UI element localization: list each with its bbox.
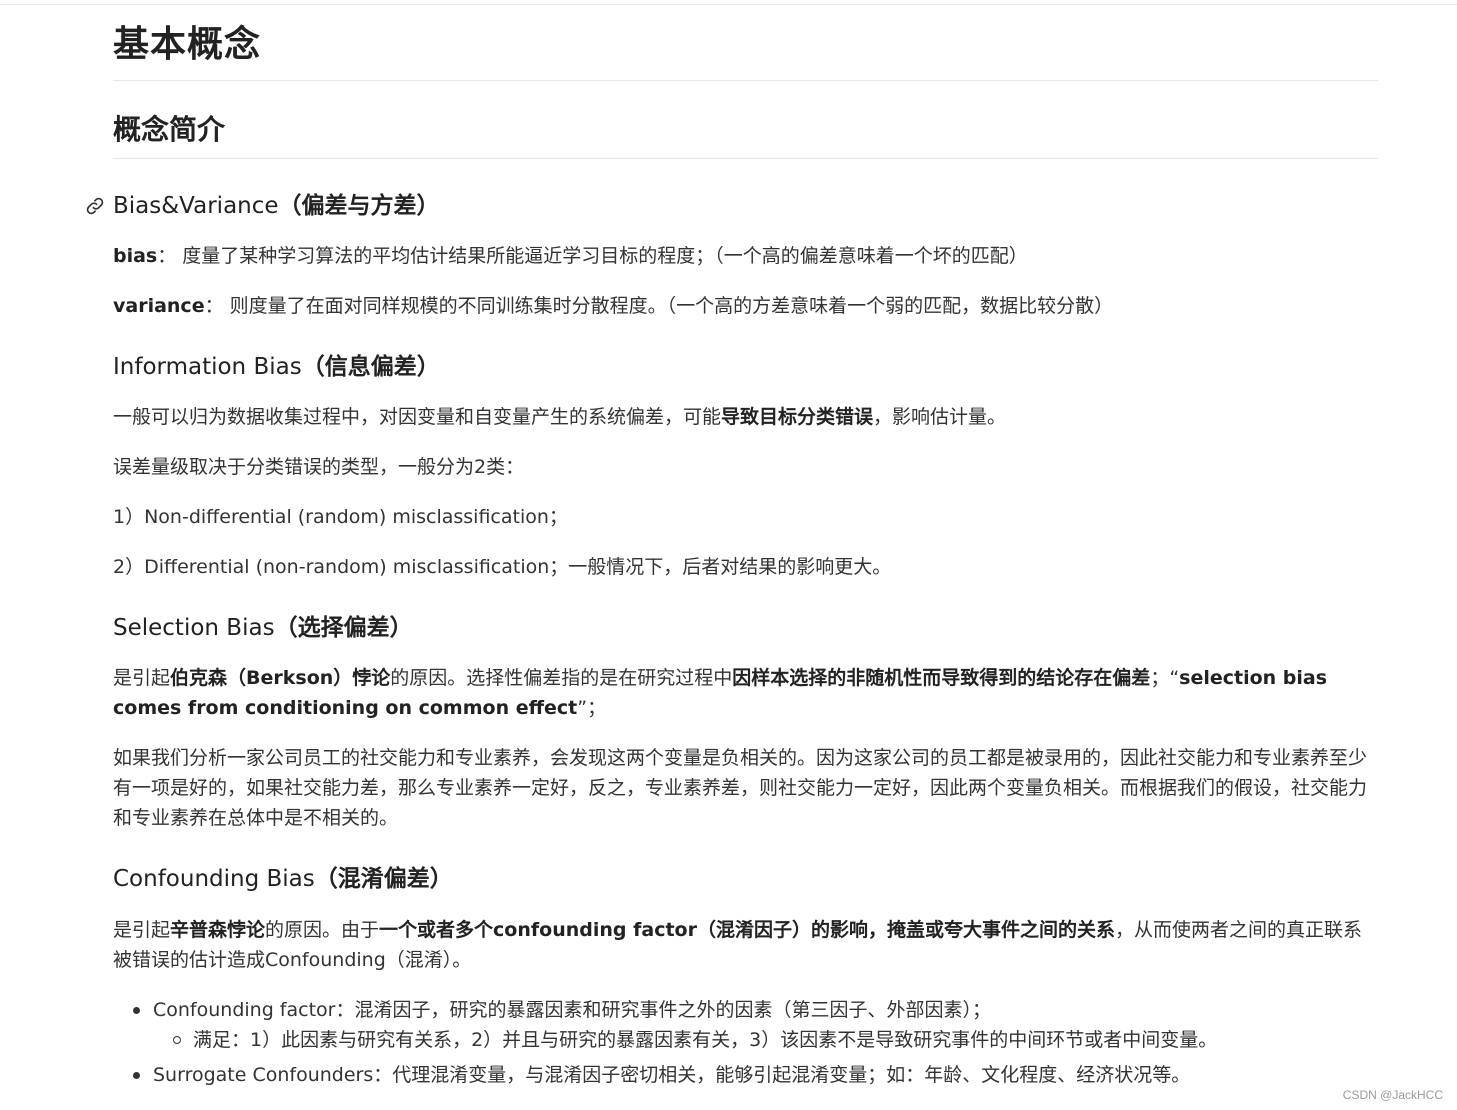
title-divider xyxy=(113,80,1378,81)
info-bias-item-2: 2）Differential (non-random) misclassific… xyxy=(113,556,892,578)
list-item: Confounding factor：混淆因子，研究的暴露因素和研究事件之外的因… xyxy=(113,995,1378,1055)
list-item-text: Confounding factor：混淆因子，研究的暴露因素和研究事件之外的因… xyxy=(153,999,991,1021)
bias-text: ： 度量了某种学习算法的平均估计结果所能逼近学习目标的程度；（一个高的偏差意味着… xyxy=(157,245,1028,267)
heading-cn: （信息偏差） xyxy=(301,354,440,380)
text: 的原因。选择性偏差指的是在研究过程中 xyxy=(390,667,733,689)
heading-en: Confounding Bias xyxy=(113,866,315,892)
variance-label: variance xyxy=(113,295,205,317)
bullet-dot-icon xyxy=(133,1072,140,1079)
heading-en: Bias&Variance xyxy=(113,193,279,219)
list-item-text: 满足：1）此因素与研究有关系，2）并且与研究的暴露因素有关，3）该因素不是导致研… xyxy=(193,1029,1218,1051)
confounding-bias-para-1: 是引起辛普森悖论的原因。由于一个或者多个confounding factor（混… xyxy=(113,915,1378,975)
bullet-circle-icon xyxy=(173,1036,181,1044)
heading-en: Information Bias xyxy=(113,354,302,380)
watermark: CSDN @JackHCC xyxy=(1342,1088,1443,1102)
info-bias-item-1: 1）Non-differential (random) misclassific… xyxy=(113,506,568,528)
section-divider xyxy=(113,158,1378,159)
text: 一般可以归为数据收集过程中，对因变量和自变量产生的系统偏差，可能 xyxy=(113,406,722,428)
text: 是引起 xyxy=(113,919,171,941)
list-item: Surrogate Confounders：代理混淆变量，与混淆因子密切相关，能… xyxy=(113,1060,1378,1090)
heading-bias-variance: Bias&Variance（偏差与方差） xyxy=(86,190,440,222)
text: ”； xyxy=(577,697,607,719)
heading-selection-bias: Selection Bias（选择偏差） xyxy=(113,612,413,644)
variance-definition: variance： 则度量了在面对同样规模的不同训练集时分散程度。（一个高的方差… xyxy=(113,291,1378,321)
info-bias-para-2: 误差量级取决于分类错误的类型，一般分为2类： xyxy=(113,456,525,478)
emphasis: 因样本选择的非随机性而导致得到的结论存在偏差 xyxy=(732,667,1151,689)
heading-cn: （偏差与方差） xyxy=(278,193,440,219)
text: 是引起 xyxy=(113,667,171,689)
selection-bias-para-2: 如果我们分析一家公司员工的社交能力和专业素养，会发现这两个变量是负相关的。因为这… xyxy=(113,747,1368,829)
sub-list: 满足：1）此因素与研究有关系，2）并且与研究的暴露因素有关，3）该因素不是导致研… xyxy=(153,1025,1378,1055)
emphasis: 辛普森悖论 xyxy=(170,919,266,941)
top-border xyxy=(0,4,1457,5)
heading-confounding-bias: Confounding Bias（混淆偏差） xyxy=(113,863,453,895)
heading-en: Selection Bias xyxy=(113,615,275,641)
heading-cn: （混淆偏差） xyxy=(314,866,453,892)
emphasis: 一个或者多个confounding factor（混淆因子）的影响，掩盖或夸大事… xyxy=(379,919,1115,941)
text: 的原因。由于 xyxy=(265,919,380,941)
anchor-link-icon[interactable] xyxy=(85,196,105,216)
text: ，影响估计量。 xyxy=(873,406,1007,428)
sub-list-item: 满足：1）此因素与研究有关系，2）并且与研究的暴露因素有关，3）该因素不是导致研… xyxy=(153,1025,1378,1055)
heading-information-bias: Information Bias（信息偏差） xyxy=(113,351,440,383)
section-heading: 概念简介 xyxy=(113,113,226,146)
heading-cn: （选择偏差） xyxy=(274,615,413,641)
variance-text: ： 则度量了在面对同样规模的不同训练集时分散程度。（一个高的方差意味着一个弱的匹… xyxy=(204,295,1114,317)
list-item-text: Surrogate Confounders：代理混淆变量，与混淆因子密切相关，能… xyxy=(153,1064,1191,1086)
page-title: 基本概念 xyxy=(113,24,262,65)
emphasis: 导致目标分类错误 xyxy=(721,406,874,428)
info-bias-para-1: 一般可以归为数据收集过程中，对因变量和自变量产生的系统偏差，可能导致目标分类错误… xyxy=(113,402,1378,432)
emphasis: 伯克森（Berkson）悖论 xyxy=(170,667,391,689)
text: ；“ xyxy=(1150,667,1180,689)
bias-label: bias xyxy=(113,245,158,267)
bias-definition: bias： 度量了某种学习算法的平均估计结果所能逼近学习目标的程度；（一个高的偏… xyxy=(113,241,1378,271)
selection-bias-para-1: 是引起伯克森（Berkson）悖论的原因。选择性偏差指的是在研究过程中因样本选择… xyxy=(113,663,1378,723)
bullet-dot-icon xyxy=(133,1007,140,1014)
confounding-list: Confounding factor：混淆因子，研究的暴露因素和研究事件之外的因… xyxy=(113,995,1378,1090)
